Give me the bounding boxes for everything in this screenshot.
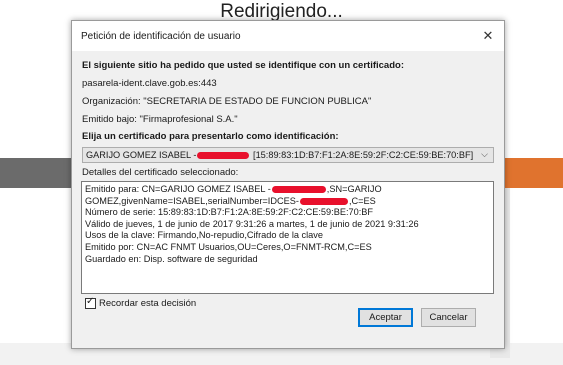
dialog-title: Petición de identificación de usuario (81, 31, 241, 42)
page-heading: Redirigiendo... (220, 1, 343, 22)
remember-decision-row[interactable]: ✓ Recordar esta decisión (85, 296, 197, 310)
redaction-mark (299, 197, 348, 205)
details-line-serial: Número de serie: 15:89:83:1D:B7:F1:2A:8E… (85, 207, 374, 218)
details-label: Detalles del certificado seleccionado: (82, 167, 239, 178)
organization-text: Organización: "SECRETARIA DE ESTADO DE F… (82, 96, 372, 107)
remember-checkbox[interactable]: ✓ (85, 296, 96, 309)
issued-under-text: Emitido bajo: "Firmaprofesional S.A." (82, 114, 238, 125)
details-line-storage: Guardado en: Disp. software de seguridad (85, 253, 258, 264)
chevron-down-icon[interactable]: ⌵ (481, 149, 488, 160)
site-text: pasarela-ident.clave.gob.es:443 (82, 78, 217, 89)
close-icon[interactable]: ✕ (478, 26, 498, 46)
details-line-subject: GOMEZ,givenName=ISABEL,serialNumber=IDCE… (85, 195, 376, 206)
cancel-button[interactable]: Cancelar (421, 308, 476, 327)
certificate-select[interactable]: GARIJO GOMEZ ISABEL - [15:89:83:1D:B7:F1… (82, 147, 494, 163)
check-icon: ✓ (86, 296, 95, 307)
choose-certificate-label: Elija un certificado para presentarlo co… (82, 131, 339, 142)
details-line-validity: Válido de jueves, 1 de junio de 2017 9:3… (85, 218, 419, 229)
redaction-mark (197, 152, 250, 160)
accept-button[interactable]: Aceptar (358, 308, 413, 327)
redaction-mark (271, 186, 326, 194)
certificate-dialog: Petición de identificación de usuario ✕ … (71, 20, 505, 349)
certificate-details-box[interactable]: Emitido para: CN=GARIJO GOMEZ ISABEL - ,S… (81, 181, 494, 294)
intro-text: El siguiente sitio ha pedido que usted s… (82, 60, 404, 71)
details-line-key-usage: Usos de la clave: Firmando,No-repudio,Ci… (85, 230, 323, 241)
details-line-issued-to: Emitido para: CN=GARIJO GOMEZ ISABEL - ,S… (85, 184, 382, 194)
details-line-issuer: Emitido por: CN=AC FNMT Usuarios,OU=Cere… (85, 241, 372, 252)
dialog-titlebar: Petición de identificación de usuario ✕ (72, 21, 504, 51)
remember-label: Recordar esta decisión (99, 298, 197, 310)
certificate-select-value: GARIJO GOMEZ ISABEL - [15:89:83:1D:B7:F1… (86, 150, 474, 160)
